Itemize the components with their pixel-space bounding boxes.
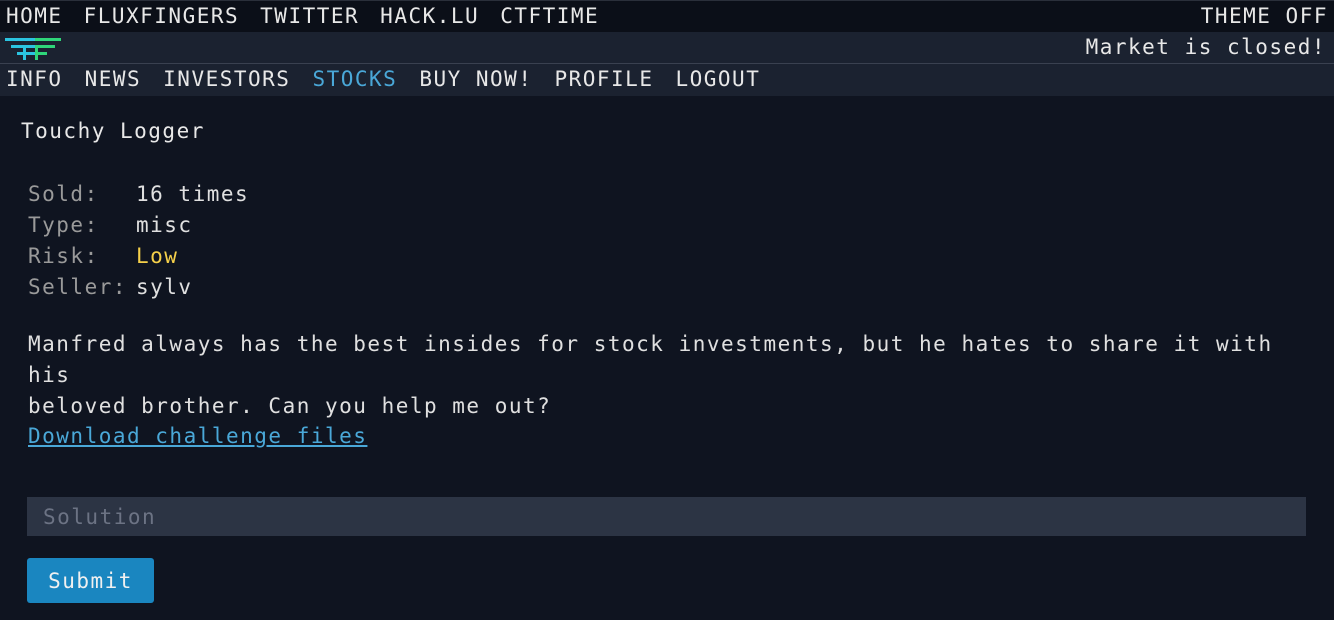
nav-logout-link[interactable]: LOGOUT [675,67,760,91]
top-bar: HOME FLUXFINGERS TWITTER HACK.LU CTFTIME… [0,0,1334,32]
top-nav-ctftime-link[interactable]: CTFTIME [500,4,599,28]
risk-value: Low [136,244,179,268]
status-bar: Market is closed! [0,32,1334,64]
risk-label: Risk: [28,244,99,268]
nav-buy-now-link[interactable]: BUY NOW! [419,67,532,91]
type-row: Type: misc [28,213,249,244]
sold-label: Sold: [28,182,99,206]
nav-stocks-link[interactable]: STOCKS [312,67,397,91]
nav-investors-link[interactable]: INVESTORS [163,67,290,91]
type-label: Type: [28,213,99,237]
market-status: Market is closed! [1085,35,1326,59]
seller-row: Seller: sylv [28,275,249,306]
top-nav-twitter-link[interactable]: TWITTER [260,4,359,28]
download-files-link[interactable]: Download challenge files [28,424,367,448]
nav-info-link[interactable]: INFO [6,67,63,91]
description-line-1: Manfred always has the best insides for … [28,332,1273,387]
seller-label: Seller: [28,275,128,299]
challenge-title: Touchy Logger [21,119,205,143]
seller-value: sylv [136,275,193,299]
sold-value: 16 times [136,182,250,206]
theme-toggle[interactable]: THEME OFF [1201,4,1328,28]
top-nav-hacklu-link[interactable]: HACK.LU [380,4,479,28]
nav-profile-link[interactable]: PROFILE [554,67,653,91]
nav-news-link[interactable]: NEWS [85,67,142,91]
main-nav: INFO NEWS INVESTORS STOCKS BUY NOW! PROF… [0,64,1334,96]
top-nav: HOME FLUXFINGERS TWITTER HACK.LU CTFTIME [6,4,599,28]
solution-input[interactable] [27,497,1306,536]
type-value: misc [136,213,193,237]
top-nav-fluxfingers-link[interactable]: FLUXFINGERS [84,4,240,28]
description-line-2: beloved brother. Can you help me out? [28,394,552,418]
top-nav-home-link[interactable]: HOME [6,4,63,28]
sold-row: Sold: 16 times [28,182,249,213]
challenge-properties: Sold: 16 times Type: misc Risk: Low Sell… [28,182,249,306]
fluxfingers-logo-icon[interactable] [5,38,63,60]
risk-row: Risk: Low [28,244,249,275]
submit-button[interactable]: Submit [27,558,154,603]
challenge-description: Manfred always has the best insides for … [28,329,1318,422]
